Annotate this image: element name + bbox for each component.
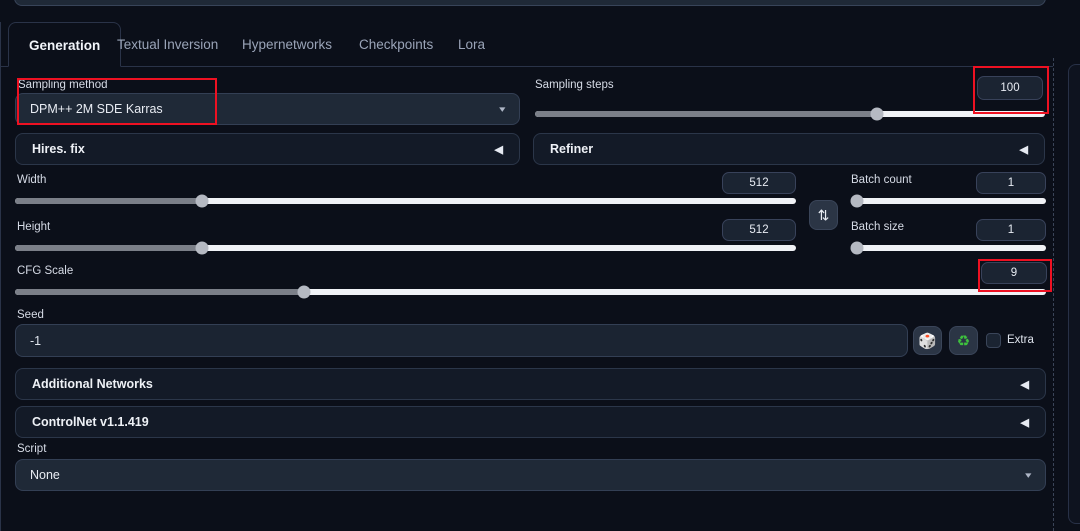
- cfg-scale-slider[interactable]: [15, 285, 1046, 299]
- seed-label: Seed: [17, 309, 44, 321]
- width-slider[interactable]: [15, 194, 796, 208]
- cfg-scale-slider-knob[interactable]: [297, 285, 311, 299]
- seed-value: -1: [30, 333, 42, 348]
- batch-count-value: 1: [1007, 177, 1015, 189]
- cfg-scale-input[interactable]: 9: [981, 262, 1047, 284]
- accordion-hires-fix-label: Hires. fix: [32, 142, 85, 156]
- height-input[interactable]: 512: [722, 219, 796, 241]
- height-slider[interactable]: [15, 241, 796, 255]
- top-partial-panel: [14, 0, 1046, 6]
- swap-arrows-icon: ⇅: [817, 206, 830, 223]
- app-window: Generation Textual Inversion Hypernetwor…: [0, 0, 1080, 531]
- height-slider-knob[interactable]: [195, 241, 209, 255]
- cfg-scale-slider-fill: [15, 289, 304, 295]
- reuse-seed-button[interactable]: ♻: [949, 326, 978, 355]
- batch-size-input[interactable]: 1: [976, 219, 1046, 241]
- sampling-method-label: Sampling method: [18, 79, 108, 91]
- seed-extra-checkbox[interactable]: [986, 333, 1001, 348]
- batch-count-slider[interactable]: [850, 194, 1046, 208]
- tab-hypernetworks[interactable]: Hypernetworks: [222, 22, 352, 67]
- sampling-method-value: DPM++ 2M SDE Karras: [30, 102, 163, 116]
- tab-lora[interactable]: Lora: [438, 22, 505, 67]
- batch-count-label: Batch count: [851, 174, 912, 186]
- width-slider-knob[interactable]: [195, 194, 209, 208]
- collapse-triangle-icon: ◀: [1020, 378, 1029, 391]
- script-value: None: [30, 468, 60, 482]
- sampling-steps-input[interactable]: 100: [977, 76, 1043, 100]
- height-slider-fill: [15, 245, 203, 251]
- width-value: 512: [749, 177, 769, 189]
- accordion-refiner-label: Refiner: [550, 142, 594, 156]
- dice-icon: 🎲: [918, 332, 937, 350]
- chevron-down-icon: ▾: [1025, 469, 1032, 480]
- seed-input[interactable]: -1: [15, 324, 908, 357]
- batch-count-input[interactable]: 1: [976, 172, 1046, 194]
- accordion-controlnet[interactable]: ControlNet v1.1.419 ◀: [15, 406, 1046, 438]
- batch-size-value: 1: [1007, 224, 1015, 236]
- script-label: Script: [17, 443, 47, 455]
- chevron-down-icon: ▾: [499, 103, 506, 114]
- cfg-scale-value: 9: [1010, 267, 1018, 279]
- collapse-triangle-icon: ◀: [1020, 416, 1029, 429]
- height-value: 512: [749, 224, 769, 236]
- sampling-steps-slider-fill: [535, 111, 877, 117]
- width-input[interactable]: 512: [722, 172, 796, 194]
- sampling-method-select[interactable]: DPM++ 2M SDE Karras ▾: [15, 93, 520, 125]
- sampling-steps-value: 100: [1000, 82, 1020, 94]
- tab-hypernetworks-label: Hypernetworks: [242, 37, 333, 52]
- batch-count-slider-knob[interactable]: [850, 194, 864, 208]
- accordion-additional-networks-label: Additional Networks: [32, 377, 153, 391]
- height-label: Height: [17, 221, 51, 233]
- cfg-scale-label: CFG Scale: [17, 265, 74, 277]
- accordion-additional-networks[interactable]: Additional Networks ◀: [15, 368, 1046, 400]
- seed-extra-label[interactable]: Extra: [1007, 334, 1034, 346]
- tab-checkpoints[interactable]: Checkpoints: [339, 22, 453, 67]
- tab-checkpoints-label: Checkpoints: [359, 37, 434, 52]
- tab-bar: Generation Textual Inversion Hypernetwor…: [0, 22, 1053, 67]
- accordion-refiner[interactable]: Refiner ◀: [533, 133, 1045, 165]
- tab-textual-inversion-label: Textual Inversion: [117, 37, 219, 52]
- accordion-hires-fix[interactable]: Hires. fix ◀: [15, 133, 520, 165]
- panel-divider: [1053, 58, 1054, 531]
- batch-size-label: Batch size: [851, 221, 905, 233]
- batch-size-slider-knob[interactable]: [850, 241, 864, 255]
- sampling-steps-slider[interactable]: [535, 107, 1045, 121]
- sampling-steps-slider-knob[interactable]: [870, 107, 884, 121]
- right-side-panel-stub: [1068, 64, 1080, 524]
- collapse-triangle-icon: ◀: [1019, 143, 1028, 156]
- swap-dimensions-button[interactable]: ⇅: [809, 200, 838, 230]
- tab-textual-inversion[interactable]: Textual Inversion: [97, 22, 238, 67]
- accordion-controlnet-label: ControlNet v1.1.419: [32, 415, 149, 429]
- tab-generation-label: Generation: [29, 38, 101, 53]
- width-slider-fill: [15, 198, 203, 204]
- script-select[interactable]: None ▾: [15, 459, 1046, 491]
- recycle-icon: ♻: [956, 332, 971, 350]
- randomize-seed-button[interactable]: 🎲: [913, 326, 942, 355]
- batch-size-slider[interactable]: [850, 241, 1046, 255]
- collapse-triangle-icon: ◀: [494, 143, 503, 156]
- tab-lora-label: Lora: [458, 37, 486, 52]
- width-label: Width: [17, 174, 47, 186]
- sampling-steps-label: Sampling steps: [535, 79, 614, 91]
